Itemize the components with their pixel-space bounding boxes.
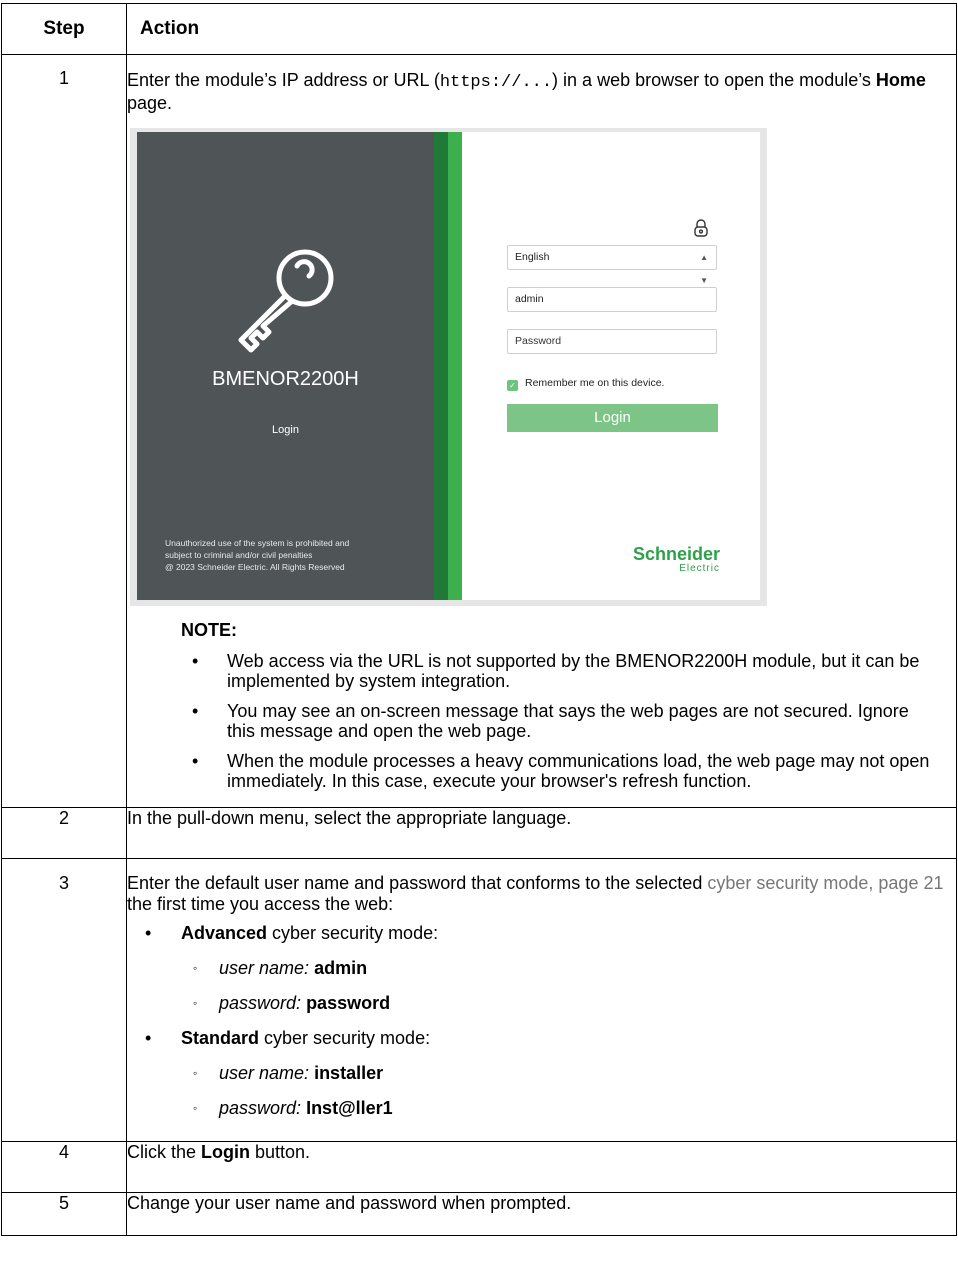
note-text: When the module processes a heavy commun… [227, 751, 930, 791]
table-row: 2 In the pull-down menu, select the appr… [1, 807, 957, 859]
logo-main-text: Schneider [632, 544, 720, 564]
cyber-security-mode-link[interactable]: cyber security mode, page 21 [707, 873, 943, 893]
table-row: 4 Click the Login button. [1, 1141, 957, 1193]
step-action: Enter the module’s IP address or URL (ht… [126, 54, 957, 808]
table-row: 1 Enter the module’s IP address or URL (… [1, 54, 957, 808]
circle-bullet-icon: ◦ [193, 1101, 198, 1115]
logo-sub-text: Electric [679, 563, 720, 574]
step1-text-b: ) in a web browser to open the module’s [552, 70, 876, 90]
lock-icon[interactable] [693, 219, 709, 237]
remember-label: Remember me on this device. [525, 377, 665, 389]
url-code: https://... [439, 73, 553, 92]
legal-notice: Unauthorized use of the system is prohib… [165, 537, 349, 573]
step-number: 4 [1, 1141, 127, 1193]
step-number: 1 [1, 54, 127, 808]
step-number: 2 [1, 807, 127, 859]
note-list: • Web access via the URL is not supported… [127, 651, 956, 791]
step-action: Enter the default user name and password… [126, 858, 957, 1142]
username-field[interactable]: admin [507, 287, 717, 312]
mode-text: cyber security mode: [267, 923, 439, 943]
username-value: admin [314, 958, 368, 978]
credential-list: ◦ user name: installer ◦ password: Inst@ll… [181, 1063, 956, 1119]
device-name: BMENOR2200H [212, 368, 359, 390]
table-header-row: Step Action [1, 3, 957, 55]
mode-name: Advanced [181, 923, 268, 943]
mode-name: Standard [181, 1028, 260, 1048]
accent-stripe-light [448, 132, 462, 600]
bullet-icon: • [192, 701, 199, 721]
step1-instruction: Enter the module’s IP address or URL (ht… [127, 70, 956, 114]
mode-text: cyber security mode: [259, 1028, 431, 1048]
credential-list: ◦ user name: admin ◦ password: password [181, 958, 956, 1014]
note-text: You may see an on-screen message that sa… [227, 701, 909, 741]
step4-text-b: button. [250, 1142, 311, 1162]
login-bold: Login [201, 1142, 251, 1162]
step1-text-c: page. [127, 93, 173, 113]
step-action: Click the Login button. [126, 1141, 957, 1193]
list-item: • You may see an on-screen message that s… [127, 701, 956, 741]
bullet-icon: • [192, 651, 199, 671]
bullet-icon: • [145, 923, 152, 943]
legal-line: Unauthorized use of the system is prohib… [165, 538, 350, 548]
username-label: user name: [219, 1063, 310, 1083]
step-action: In the pull-down menu, select the approp… [126, 807, 957, 859]
password-field[interactable]: Password [507, 329, 717, 354]
circle-bullet-icon: ◦ [193, 961, 198, 975]
header-step: Step [1, 3, 127, 55]
table-row: 3 Enter the default user name and passwo… [1, 858, 957, 1142]
step-number: 5 [1, 1192, 127, 1236]
list-item: ◦ password: Inst@ller1 [181, 1098, 956, 1119]
home-bold: Home [875, 70, 926, 90]
login-form-panel: English ▲ ▼ admin Password ✓ Remember me o… [462, 132, 760, 600]
login-page-screenshot: BMENOR2200H Login Unauthorized use of th… [130, 128, 767, 606]
procedure-table: Step Action 1 Enter the module’s IP addr… [1, 3, 957, 1236]
header-action: Action [126, 3, 957, 55]
schneider-logo: Schneider Electric [620, 545, 720, 574]
step3-text-b: the first time you access the web: [127, 894, 394, 914]
checkmark-icon[interactable]: ✓ [507, 380, 518, 391]
password-value: password [306, 993, 391, 1013]
list-item: • Standard cyber security mode: ◦ user na… [127, 1028, 956, 1119]
language-select[interactable]: English ▲ ▼ [507, 245, 717, 285]
password-label: password: [219, 993, 302, 1013]
legal-line: @ 2023 Schneider Electric. All Rights Re… [165, 562, 345, 572]
remember-me-checkbox[interactable]: ✓ Remember me on this device. [507, 373, 664, 394]
password-label: password: [219, 1098, 302, 1118]
list-item: ◦ password: password [181, 993, 956, 1014]
username-value: installer [314, 1063, 384, 1083]
language-value: English [515, 251, 550, 263]
legal-line: subject to criminal and/or civil penalti… [165, 550, 313, 560]
login-button[interactable]: Login [507, 404, 718, 432]
note-text: Web access via the URL is not supported … [227, 651, 920, 691]
accent-stripe-dark [434, 132, 448, 600]
list-item: • When the module processes a heavy commu… [127, 751, 956, 791]
list-item: ◦ user name: admin [181, 958, 956, 979]
step1-text-a: Enter the module’s IP address or URL ( [127, 70, 440, 90]
login-caption: Login [272, 424, 299, 436]
table-row: 5 Change your user name and password whe… [1, 1192, 957, 1236]
key-icon [238, 249, 334, 353]
step-action: Change your user name and password when … [126, 1192, 957, 1236]
list-item: ◦ user name: installer [181, 1063, 956, 1084]
step-number: 3 [1, 858, 127, 1142]
bullet-icon: • [145, 1028, 152, 1048]
password-value: Inst@ller1 [306, 1098, 393, 1118]
step4-text-a: Click the [127, 1142, 202, 1162]
circle-bullet-icon: ◦ [193, 1066, 198, 1080]
mode-list: • Advanced cyber security mode: ◦ user na… [127, 923, 956, 1119]
note-title: NOTE: [181, 620, 237, 640]
username-label: user name: [219, 958, 310, 978]
bullet-icon: • [192, 751, 199, 771]
list-item: • Advanced cyber security mode: ◦ user na… [127, 923, 956, 1014]
list-item: • Web access via the URL is not supported… [127, 651, 956, 691]
circle-bullet-icon: ◦ [193, 996, 198, 1010]
updown-arrows-icon: ▲ ▼ [700, 253, 708, 285]
login-left-panel: BMENOR2200H Login Unauthorized use of th… [137, 132, 434, 600]
step3-text-a: Enter the default user name and password… [127, 873, 708, 893]
step3-instruction: Enter the default user name and password… [127, 873, 956, 915]
